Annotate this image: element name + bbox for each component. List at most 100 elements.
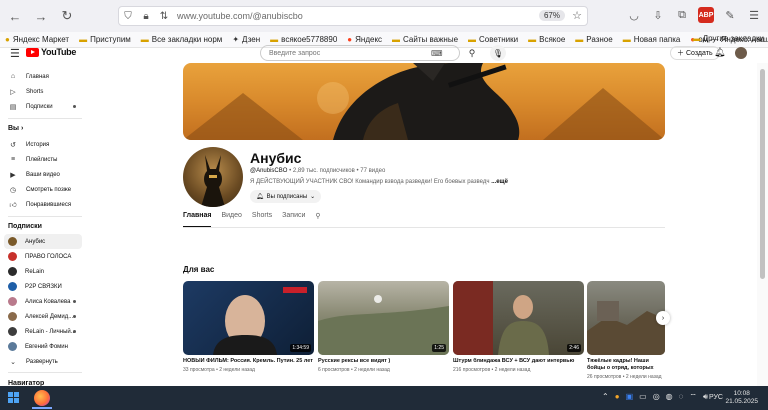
sidebar-item-subscriptions[interactable]: ▤ Подписки [0, 99, 86, 114]
channel-name: Анубис [250, 150, 302, 166]
tab-posts[interactable]: Записи [282, 212, 305, 224]
divider [8, 118, 82, 119]
back-icon[interactable]: ← [4, 5, 26, 27]
anubis-avatar-art [201, 155, 225, 207]
tray-app-icon[interactable]: ● [615, 392, 620, 402]
pocket-icon[interactable]: ◡ [626, 7, 642, 23]
tray-app-icon[interactable]: ◌ [679, 392, 684, 402]
sidebar-item-shorts[interactable]: ▷ Shorts [0, 84, 86, 99]
search-icon[interactable]: ⚲ [460, 45, 484, 61]
subscription-item[interactable]: ReLain [0, 264, 86, 279]
sidebar-item-your-videos[interactable]: ▶ Ваши видео [0, 167, 86, 182]
sidebar-you-heading[interactable]: Вы › [8, 125, 23, 132]
tray-app-icon[interactable]: ▭ [639, 392, 647, 402]
forward-icon[interactable]: → [30, 5, 52, 27]
video-thumbnail[interactable] [587, 281, 665, 355]
video-card[interactable]: 1:25 Русские рексы все видят ) 6 просмот… [318, 281, 449, 373]
clock[interactable]: 10:08 21.05.2025 [725, 390, 758, 406]
url-text[interactable]: www.youtube.com/@anubiscbo [177, 11, 303, 21]
tray-app-icon[interactable]: ▣ [626, 392, 634, 402]
channel-search-icon[interactable]: ⚲ [315, 212, 320, 224]
windows-start-icon[interactable] [8, 392, 19, 403]
subscription-item[interactable]: ПРАВО ГОЛОСА [0, 249, 86, 264]
notifications-bell-icon[interactable]: 🔔︎ [714, 47, 725, 58]
subscribed-button[interactable]: 🔔︎ Вы подписаны ⌄ [250, 190, 322, 203]
tab-videos[interactable]: Видео [221, 212, 241, 224]
video-title[interactable]: Штурм блиндажа ВСУ + ВСУ дают интервью [453, 358, 584, 365]
tray-app-icon[interactable]: ◍ [666, 392, 673, 402]
search-box: ⌨ [260, 45, 460, 61]
language-indicator[interactable]: РУС [709, 394, 723, 401]
divider [8, 216, 82, 217]
system-tray: ⌃ ● ▣ ▭ ◎ ◍ ◌ ⌔ 🔊︎ [602, 392, 708, 402]
sidebar-item-watch-later[interactable]: ◷ Смотреть позже [0, 182, 86, 197]
firefox-icon[interactable] [34, 390, 50, 406]
hamburger-menu-icon[interactable]: ☰ [10, 47, 20, 60]
zoom-badge[interactable]: 67% [538, 10, 565, 21]
permissions-icon[interactable]: ⇅ [155, 11, 173, 22]
home-icon: ⌂ [10, 73, 16, 80]
video-card[interactable]: 1:34:59 НОВЫЙ ФИЛЬМ: Россия. Кремль. Пут… [183, 281, 314, 373]
tab-shorts[interactable]: Shorts [252, 212, 272, 224]
subscription-item[interactable]: ReLain - Личный... [0, 324, 86, 339]
bookmark-star-icon[interactable]: ☆ [572, 9, 582, 22]
new-content-dot [73, 330, 76, 333]
sidebar-item-playlists[interactable]: ≡ Плейлисты [0, 152, 86, 167]
tray-overflow-icon[interactable]: ⌃ [602, 392, 609, 402]
tray-app-icon[interactable]: ◎ [653, 392, 660, 402]
address-bar[interactable]: ⛉ 🔒︎ ⇅ www.youtube.com/@anubiscbo 67% ☆ [118, 6, 588, 26]
subscription-item[interactable]: P2P СВЯЗКИ [0, 279, 86, 294]
user-avatar[interactable] [735, 47, 747, 59]
youtube-logo[interactable]: YouTube [26, 47, 76, 57]
video-title[interactable]: Тяжёлые кадры! Наши бойцы о отряд, котор… [587, 358, 665, 372]
search-input[interactable] [261, 49, 431, 57]
channel-handle: @AnubisCBO [250, 168, 288, 174]
menu-icon[interactable]: ☰ [746, 7, 762, 23]
video-title[interactable]: НОВЫЙ ФИЛЬМ: Россия. Кремль. Путин. 25 л… [183, 358, 314, 365]
youtube-header: ☰ YouTube ⌨ ⚲ 🎙︎ ＋ Создать 🔔︎ [0, 43, 760, 63]
thumbnail-art [318, 295, 449, 355]
other-bookmarks[interactable]: ▬ Другие закладки [692, 34, 764, 43]
more-link[interactable]: ...ещё [491, 179, 508, 185]
sidebar-item-history[interactable]: ↺ История [0, 137, 86, 152]
create-button[interactable]: ＋ Создать [670, 46, 720, 60]
subscription-item[interactable]: Евгений Фомин [0, 339, 86, 354]
reload-icon[interactable]: ↻ [56, 5, 78, 27]
video-thumbnail[interactable]: 1:34:59 [183, 281, 314, 355]
video-meta: 33 просмотра • 2 недели назад [183, 367, 255, 373]
shield-icon[interactable]: ⛉ [119, 11, 137, 22]
sidebar-expand[interactable]: ⌄ Развернуть [0, 354, 86, 369]
extensions-icon[interactable]: ⧉ [674, 7, 690, 23]
video-count: 77 видео [360, 168, 386, 174]
network-icon[interactable]: ⌔ [689, 392, 697, 402]
browser-toolbar: ← → ↻ ⛉ 🔒︎ ⇅ www.youtube.com/@anubiscbo … [0, 0, 768, 32]
extension-icon[interactable]: ✎ [722, 7, 738, 23]
volume-icon[interactable]: 🔊︎ [703, 392, 708, 402]
channel-avatar [8, 267, 17, 276]
subscription-item[interactable]: Алиса Ковалева [0, 294, 86, 309]
video-title[interactable]: Русские рексы все видят ) [318, 358, 449, 365]
subscription-item[interactable]: Алексей Демид... [0, 309, 86, 324]
download-icon[interactable]: ⇩ [650, 7, 666, 23]
sidebar-item-home[interactable]: ⌂ Главная [0, 69, 86, 84]
scrollbar-thumb[interactable] [760, 69, 765, 279]
new-content-dot [73, 315, 76, 318]
channel-avatar-large[interactable] [183, 147, 243, 207]
active-app-indicator [32, 407, 52, 409]
subscription-item[interactable]: Анубис [4, 234, 82, 249]
lock-icon[interactable]: 🔒︎ [137, 11, 155, 22]
carousel-next-icon[interactable]: › [656, 311, 670, 325]
video-card[interactable]: 2:46 Штурм блиндажа ВСУ + ВСУ дают интер… [453, 281, 584, 373]
microphone-icon[interactable]: 🎙︎ [490, 45, 506, 61]
page-scrollbar[interactable] [757, 63, 768, 386]
channel-description[interactable]: Я ДЕЙСТВУЮЩИЙ УЧАСТНИК СВО! Командир взв… [250, 179, 508, 185]
adblock-icon[interactable]: ABP [698, 7, 714, 23]
channel-banner [183, 63, 665, 140]
sidebar-item-liked[interactable]: 👍︎ Понравившиеся [0, 197, 86, 212]
video-card[interactable]: Тяжёлые кадры! Наши бойцы о отряд, котор… [587, 281, 665, 380]
keyboard-icon[interactable]: ⌨ [431, 49, 443, 58]
video-thumbnail[interactable]: 2:46 [453, 281, 584, 355]
tab-home[interactable]: Главная [183, 212, 212, 227]
chevron-right-icon: › [21, 125, 24, 132]
video-thumbnail[interactable]: 1:25 [318, 281, 449, 355]
